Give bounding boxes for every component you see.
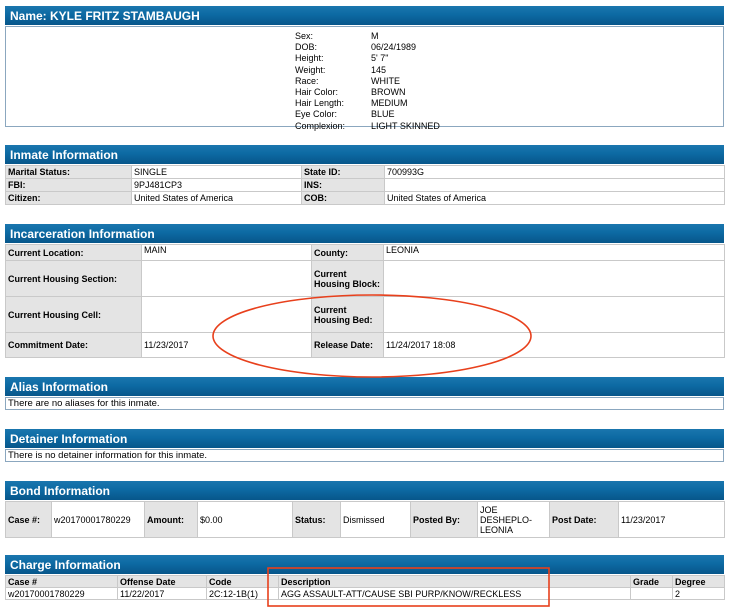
charge-col-case: Case # [5, 575, 118, 588]
sex-label: Sex: [295, 31, 314, 41]
charge-degree-cell: 2 [672, 587, 725, 600]
state-id-value: 700993G [384, 165, 725, 179]
charge-col-degree: Degree [672, 575, 725, 588]
race-value: WHITE [371, 75, 400, 86]
current-location-label: Current Location: [5, 244, 142, 261]
dob-value: 06/24/1989 [371, 42, 417, 53]
fbi-value: 9PJ481CP3 [131, 178, 302, 192]
charge-col-code: Code [206, 575, 279, 588]
housing-block-value [383, 260, 725, 297]
housing-section-label: Current Housing Section: [5, 260, 142, 297]
county-value: LEONIA [383, 244, 725, 261]
housing-section-value [141, 260, 312, 297]
bond-posted-by-label: Posted By: [410, 501, 478, 538]
alias-info-panel: There are no aliases for this inmate. [5, 397, 724, 410]
charge-code-cell: 2C:12-1B(1) [206, 587, 279, 600]
weight-label: Weight: [295, 64, 326, 75]
bond-post-date-value: 11/23/2017 [618, 501, 725, 538]
inmate-info-table: Marital Status: SINGLE State ID: 700993G… [5, 165, 725, 205]
citizen-value: United States of America [131, 191, 302, 205]
cob-label: COB: [301, 191, 385, 205]
bond-amount-label: Amount: [144, 501, 198, 538]
bond-case-value: w20170001780229 [51, 501, 145, 538]
eye-color-label: Eye Color: [295, 109, 338, 120]
housing-bed-label: Current Housing Bed: [311, 296, 384, 333]
complexion-label: Complexion: [295, 120, 346, 131]
release-date-label: Release Date: [311, 332, 384, 358]
detainer-info-header: Detainer Information [5, 429, 724, 449]
hair-length-value: MEDIUM [371, 98, 408, 109]
physical-description-panel: Sex: M DOB: 06/24/1989 Height: 5' 7" Wei… [5, 26, 724, 131]
complexion-value: LIGHT SKINNED [371, 120, 440, 131]
housing-block-label: Current Housing Block: [311, 260, 384, 297]
marital-status-label: Marital Status: [5, 165, 132, 179]
dob-label: DOB: [295, 42, 318, 53]
hair-length-label: Hair Length: [295, 98, 345, 109]
alias-note: There are no aliases for this inmate. [8, 398, 160, 409]
housing-cell-label: Current Housing Cell: [5, 296, 142, 333]
release-date-value: 11/24/2017 18:08 [383, 332, 725, 358]
table-row: w20170001780229 11/22/2017 2C:12-1B(1) A… [5, 587, 725, 600]
inmate-info-header: Inmate Information [5, 145, 724, 165]
fbi-label: FBI: [5, 178, 132, 192]
cob-value: United States of America [384, 191, 725, 205]
commitment-date-label: Commitment Date: [5, 332, 142, 358]
bond-info-table: Case #: w20170001780229 Amount: $0.00 St… [5, 501, 725, 538]
marital-status-value: SINGLE [131, 165, 302, 179]
hair-color-value: BROWN [371, 86, 406, 97]
height-value: 5' 7" [371, 53, 389, 64]
charge-col-offense-date: Offense Date [117, 575, 207, 588]
weight-value: 145 [371, 64, 387, 75]
charge-grade-cell [630, 587, 673, 600]
incarceration-info-table: Current Location: MAIN County: LEONIA Cu… [5, 244, 725, 358]
housing-cell-value [141, 296, 312, 333]
eye-color-value: BLUE [371, 109, 395, 120]
bond-status-value: Dismissed [340, 501, 411, 538]
bond-status-label: Status: [292, 501, 341, 538]
detainer-note: There is no detainer information for thi… [8, 450, 208, 461]
housing-bed-value [383, 296, 725, 333]
charge-info-table: Case # Offense Date Code Description Gra… [5, 575, 725, 600]
charge-col-description: Description [278, 575, 631, 588]
bond-info-header: Bond Information [5, 481, 724, 501]
alias-info-header: Alias Information [5, 377, 724, 397]
ins-label: INS: [301, 178, 385, 192]
bond-case-label: Case #: [5, 501, 52, 538]
county-label: County: [311, 244, 384, 261]
bond-amount-value: $0.00 [197, 501, 293, 538]
bond-posted-by-value: JOE DESHEPLO-LEONIA [477, 501, 550, 538]
citizen-label: Citizen: [5, 191, 132, 205]
hair-color-label: Hair Color: [295, 86, 339, 97]
name-header: Name: KYLE FRITZ STAMBAUGH [5, 6, 724, 26]
race-label: Race: [295, 75, 319, 86]
sex-value: M [371, 31, 379, 41]
charge-col-grade: Grade [630, 575, 673, 588]
ins-value [384, 178, 725, 192]
height-label: Height: [295, 53, 324, 64]
detainer-info-panel: There is no detainer information for thi… [5, 449, 724, 462]
charge-info-header: Charge Information [5, 555, 724, 575]
incarceration-info-header: Incarceration Information [5, 224, 724, 244]
current-location-value: MAIN [141, 244, 312, 261]
charge-case-cell: w20170001780229 [5, 587, 118, 600]
bond-post-date-label: Post Date: [549, 501, 619, 538]
commitment-date-value: 11/23/2017 [141, 332, 312, 358]
state-id-label: State ID: [301, 165, 385, 179]
charge-description-cell: AGG ASSAULT-ATT/CAUSE SBI PURP/KNOW/RECK… [278, 587, 631, 600]
charge-offense-date-cell: 11/22/2017 [117, 587, 207, 600]
